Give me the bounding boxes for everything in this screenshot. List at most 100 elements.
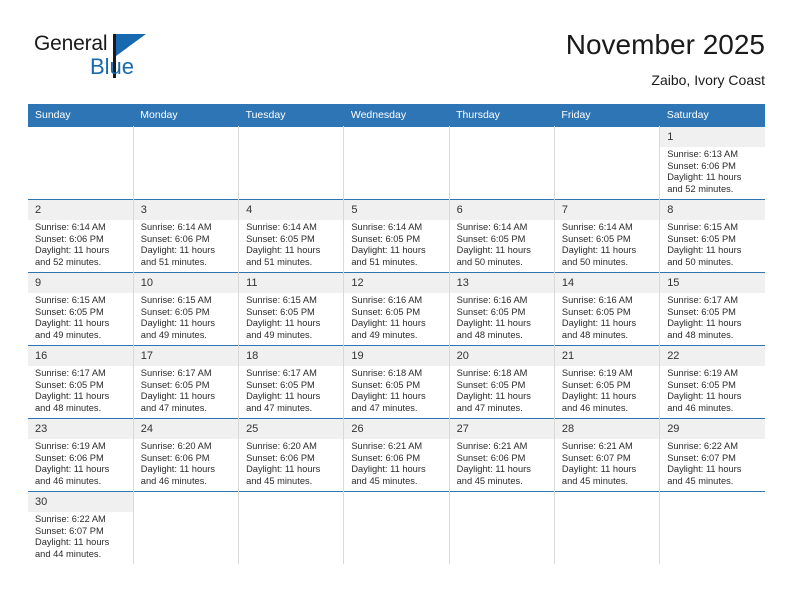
general-blue-logo[interactable]: General Blue xyxy=(34,32,224,90)
day-details: Sunrise: 6:15 AM Sunset: 6:05 PM Daylight:… xyxy=(660,220,765,268)
calendar-empty-cell xyxy=(554,126,661,200)
calendar-day-cell[interactable]: 27 Sunrise: 6:21 AM Sunset: 6:06 PM Dayligh… xyxy=(449,418,555,492)
sunrise-text: Sunrise: 6:18 AM xyxy=(456,368,528,378)
calendar-day-cell[interactable]: 20 Sunrise: 6:18 AM Sunset: 6:05 PM Dayligh… xyxy=(449,345,555,419)
sunrise-text: Sunrise: 6:22 AM xyxy=(667,441,738,451)
calendar-day-cell[interactable]: 23 Sunrise: 6:19 AM Sunset: 6:06 PM Dayligh… xyxy=(28,418,134,492)
sunrise-text: Sunrise: 6:15 AM xyxy=(246,295,317,305)
calendar-week-row: 9 Sunrise: 6:15 AM Sunset: 6:05 PM Daylight… xyxy=(28,272,765,346)
day-number: 18 xyxy=(239,346,344,366)
day-number: 21 xyxy=(554,346,660,366)
daylight-text: Daylight: 11 hours and 48 minutes. xyxy=(667,318,742,340)
weekday-header-monday: Monday xyxy=(133,104,239,127)
calendar-day-cell[interactable]: 29 Sunrise: 6:22 AM Sunset: 6:07 PM Dayligh… xyxy=(659,418,765,492)
calendar-day-cell[interactable]: 30 Sunrise: 6:22 AM Sunset: 6:07 PM Dayligh… xyxy=(28,491,134,564)
calendar-day-cell[interactable]: 3 Sunrise: 6:14 AM Sunset: 6:06 PM Daylight… xyxy=(133,199,240,273)
calendar-day-cell[interactable]: 18 Sunrise: 6:17 AM Sunset: 6:05 PM Dayligh… xyxy=(238,345,345,419)
calendar-day-cell[interactable]: 11 Sunrise: 6:15 AM Sunset: 6:05 PM Dayligh… xyxy=(238,272,345,346)
sunrise-text: Sunrise: 6:15 AM xyxy=(667,222,738,232)
sunset-text: Sunset: 6:05 PM xyxy=(667,379,736,390)
day-number: 9 xyxy=(28,273,133,293)
daylight-text: Daylight: 11 hours and 48 minutes. xyxy=(456,318,531,340)
calendar-day-cell[interactable]: 17 Sunrise: 6:17 AM Sunset: 6:05 PM Dayligh… xyxy=(133,345,240,419)
sunset-text: Sunset: 6:06 PM xyxy=(456,452,526,463)
calendar-day-cell[interactable]: 21 Sunrise: 6:19 AM Sunset: 6:05 PM Dayligh… xyxy=(554,345,661,419)
sunrise-text: Sunrise: 6:14 AM xyxy=(246,222,317,232)
sunset-text: Sunset: 6:05 PM xyxy=(140,306,210,317)
day-details: Sunrise: 6:17 AM Sunset: 6:05 PM Daylight:… xyxy=(28,366,133,414)
calendar-empty-cell xyxy=(133,126,240,200)
sunset-text: Sunset: 6:05 PM xyxy=(561,306,631,317)
daylight-text: Daylight: 11 hours and 45 minutes. xyxy=(351,464,426,486)
day-details: Sunrise: 6:14 AM Sunset: 6:06 PM Daylight:… xyxy=(28,220,133,268)
day-number: 20 xyxy=(449,346,554,366)
sunrise-text: Sunrise: 6:19 AM xyxy=(561,368,633,378)
calendar-page: General Blue November 2025 Zaibo, Ivory … xyxy=(0,0,792,612)
day-number: 28 xyxy=(554,419,660,439)
calendar-grid: Sunday Monday Tuesday Wednesday Thursday… xyxy=(28,104,765,564)
calendar-day-cell[interactable]: 15 Sunrise: 6:17 AM Sunset: 6:05 PM Dayligh… xyxy=(659,272,765,346)
calendar-day-cell[interactable]: 25 Sunrise: 6:20 AM Sunset: 6:06 PM Dayligh… xyxy=(238,418,345,492)
sunrise-text: Sunrise: 6:21 AM xyxy=(561,441,633,451)
sunrise-text: Sunrise: 6:19 AM xyxy=(667,368,738,378)
sunset-text: Sunset: 6:05 PM xyxy=(667,306,736,317)
calendar-day-cell[interactable]: 4 Sunrise: 6:14 AM Sunset: 6:05 PM Daylight… xyxy=(238,199,345,273)
calendar-day-cell[interactable]: 22 Sunrise: 6:19 AM Sunset: 6:05 PM Dayligh… xyxy=(659,345,765,419)
daylight-text: Daylight: 11 hours and 46 minutes. xyxy=(561,391,637,413)
day-details: Sunrise: 6:13 AM Sunset: 6:06 PM Daylight:… xyxy=(660,147,765,195)
calendar-day-cell[interactable]: 26 Sunrise: 6:21 AM Sunset: 6:06 PM Dayligh… xyxy=(343,418,450,492)
day-number: 16 xyxy=(28,346,133,366)
logo-flag-icon xyxy=(116,34,146,56)
daylight-text: Daylight: 11 hours and 50 minutes. xyxy=(456,245,531,267)
calendar-body: 1 Sunrise: 6:13 AM Sunset: 6:06 PM Daylight… xyxy=(28,126,765,564)
sunrise-text: Sunrise: 6:16 AM xyxy=(561,295,633,305)
daylight-text: Daylight: 11 hours and 48 minutes. xyxy=(561,318,637,340)
page-title: November 2025 xyxy=(565,29,765,60)
calendar-day-cell[interactable]: 6 Sunrise: 6:14 AM Sunset: 6:05 PM Daylight… xyxy=(449,199,555,273)
sunrise-text: Sunrise: 6:17 AM xyxy=(246,368,317,378)
day-details: Sunrise: 6:14 AM Sunset: 6:06 PM Daylight:… xyxy=(134,220,238,268)
calendar-empty-cell xyxy=(554,491,661,564)
day-number: 1 xyxy=(660,127,765,147)
day-number: 10 xyxy=(133,273,239,293)
calendar-day-cell[interactable]: 9 Sunrise: 6:15 AM Sunset: 6:05 PM Daylight… xyxy=(28,272,134,346)
daylight-text: Daylight: 11 hours and 46 minutes. xyxy=(667,391,742,413)
sunset-text: Sunset: 6:06 PM xyxy=(35,452,104,463)
day-number: 23 xyxy=(28,419,133,439)
sunset-text: Sunset: 6:06 PM xyxy=(140,233,210,244)
day-details: Sunrise: 6:21 AM Sunset: 6:07 PM Daylight:… xyxy=(555,439,659,487)
day-number: 11 xyxy=(239,273,344,293)
day-number: 27 xyxy=(449,419,554,439)
calendar-day-cell[interactable]: 1 Sunrise: 6:13 AM Sunset: 6:06 PM Daylight… xyxy=(659,126,765,200)
daylight-text: Daylight: 11 hours and 47 minutes. xyxy=(140,391,216,413)
calendar-empty-cell xyxy=(28,126,134,200)
calendar-empty-cell xyxy=(659,491,765,564)
sunset-text: Sunset: 6:05 PM xyxy=(35,306,104,317)
calendar-day-cell[interactable]: 16 Sunrise: 6:17 AM Sunset: 6:05 PM Dayligh… xyxy=(28,345,134,419)
calendar-day-cell[interactable]: 19 Sunrise: 6:18 AM Sunset: 6:05 PM Dayligh… xyxy=(343,345,450,419)
calendar-day-cell[interactable]: 28 Sunrise: 6:21 AM Sunset: 6:07 PM Dayligh… xyxy=(554,418,661,492)
day-details: Sunrise: 6:15 AM Sunset: 6:05 PM Daylight:… xyxy=(134,293,238,341)
calendar-day-cell[interactable]: 12 Sunrise: 6:16 AM Sunset: 6:05 PM Dayligh… xyxy=(343,272,450,346)
sunset-text: Sunset: 6:05 PM xyxy=(246,379,315,390)
calendar-day-cell[interactable]: 2 Sunrise: 6:14 AM Sunset: 6:06 PM Daylight… xyxy=(28,199,134,273)
sunrise-text: Sunrise: 6:20 AM xyxy=(140,441,212,451)
calendar-empty-cell xyxy=(449,126,555,200)
daylight-text: Daylight: 11 hours and 50 minutes. xyxy=(561,245,637,267)
calendar-day-cell[interactable]: 7 Sunrise: 6:14 AM Sunset: 6:05 PM Daylight… xyxy=(554,199,661,273)
sunrise-text: Sunrise: 6:14 AM xyxy=(35,222,106,232)
calendar-day-cell[interactable]: 5 Sunrise: 6:14 AM Sunset: 6:05 PM Daylight… xyxy=(343,199,450,273)
day-details: Sunrise: 6:20 AM Sunset: 6:06 PM Daylight:… xyxy=(239,439,343,487)
weekday-header-sunday: Sunday xyxy=(28,104,134,127)
daylight-text: Daylight: 11 hours and 52 minutes. xyxy=(667,172,742,194)
day-details: Sunrise: 6:14 AM Sunset: 6:05 PM Daylight:… xyxy=(344,220,448,268)
calendar-day-cell[interactable]: 8 Sunrise: 6:15 AM Sunset: 6:05 PM Daylight… xyxy=(659,199,765,273)
sunset-text: Sunset: 6:05 PM xyxy=(351,379,421,390)
calendar-day-cell[interactable]: 10 Sunrise: 6:15 AM Sunset: 6:05 PM Dayligh… xyxy=(133,272,240,346)
day-number: 8 xyxy=(660,200,765,220)
calendar-day-cell[interactable]: 14 Sunrise: 6:16 AM Sunset: 6:05 PM Dayligh… xyxy=(554,272,661,346)
day-details: Sunrise: 6:15 AM Sunset: 6:05 PM Daylight:… xyxy=(239,293,343,341)
sunset-text: Sunset: 6:05 PM xyxy=(140,379,210,390)
calendar-day-cell[interactable]: 13 Sunrise: 6:16 AM Sunset: 6:05 PM Dayligh… xyxy=(449,272,555,346)
calendar-day-cell[interactable]: 24 Sunrise: 6:20 AM Sunset: 6:06 PM Dayligh… xyxy=(133,418,240,492)
